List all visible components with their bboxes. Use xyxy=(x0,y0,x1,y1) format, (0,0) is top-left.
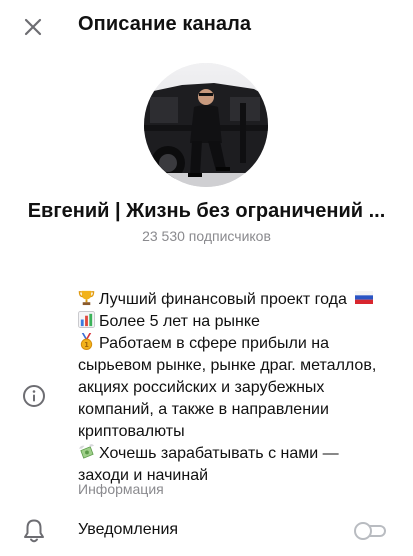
description-line: сырьевом рынке, рынке драг. металлов, xyxy=(78,357,377,374)
flying-money-emoji xyxy=(78,444,95,459)
notifications-toggle[interactable] xyxy=(354,522,388,540)
description-line: Более 5 лет на рынке xyxy=(78,311,398,333)
close-icon xyxy=(24,18,42,36)
bar-chart-emoji xyxy=(78,311,95,328)
description-line: компаний, а также в направлении xyxy=(78,401,329,418)
description-line: 1 Работаем в сфере прибыли на xyxy=(78,333,398,355)
notifications-label: Уведомления xyxy=(78,521,179,538)
info-icon xyxy=(22,384,46,408)
description-line: Лучший финансовый проект года xyxy=(78,289,398,311)
svg-text:1: 1 xyxy=(84,341,89,349)
channel-description: Лучший финансовый проект года Более 5 ле… xyxy=(78,289,398,487)
russia-flag-emoji xyxy=(355,291,374,304)
close-button[interactable] xyxy=(20,14,46,40)
description-line: Хочешь зарабатывать с нами — xyxy=(78,443,398,465)
avatar-photo xyxy=(144,63,268,187)
page-title: Описание канала xyxy=(78,13,252,35)
channel-name: Евгений | Жизнь без ограничений ... xyxy=(27,200,386,222)
trophy-emoji xyxy=(78,290,95,306)
description-line: акциях российских и зарубежных xyxy=(78,379,325,396)
description-text: Лучший финансовый проект года xyxy=(99,291,347,308)
description-line: криптовалюты xyxy=(78,423,185,440)
subscriber-count: 23 530 подписчиков xyxy=(142,228,271,244)
medal-emoji: 1 xyxy=(80,333,93,350)
description-text: Более 5 лет на рынке xyxy=(99,313,260,330)
description-text: Работаем в сфере прибыли на xyxy=(99,335,330,352)
info-section-label: Информация xyxy=(78,481,164,497)
channel-avatar[interactable] xyxy=(144,63,268,187)
bell-icon xyxy=(22,518,46,544)
toggle-knob xyxy=(354,522,372,540)
description-text: Хочешь зарабатывать с нами — xyxy=(99,445,339,462)
header-bar: Описание канала xyxy=(0,0,413,52)
